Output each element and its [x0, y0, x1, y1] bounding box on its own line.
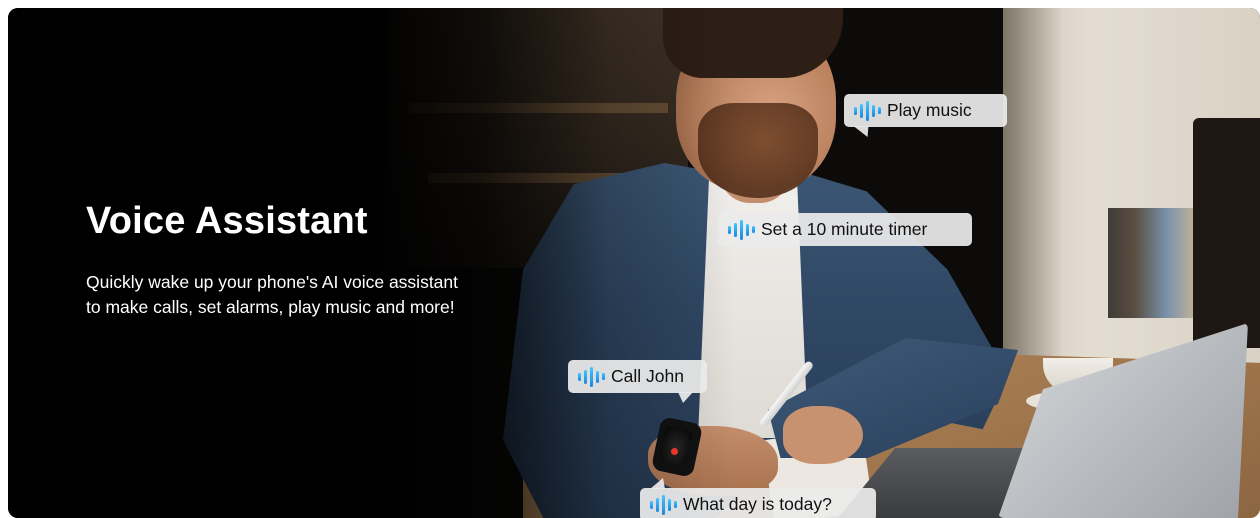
- bubble-text: Play music: [887, 100, 972, 120]
- sound-wave-icon: [728, 219, 755, 241]
- speech-bubble-what-day: What day is today?: [640, 478, 876, 518]
- bubble-text: Call John: [611, 366, 684, 386]
- voice-assistant-banner: Voice Assistant Quickly wake up your pho…: [8, 8, 1260, 518]
- bubble-text: What day is today?: [683, 494, 832, 514]
- background-photo: [8, 8, 1260, 518]
- banner-description: Quickly wake up your phone's AI voice as…: [86, 272, 459, 317]
- sound-wave-icon: [650, 494, 677, 516]
- dark-gradient-overlay: [8, 8, 1260, 518]
- bubble-tail: [649, 478, 670, 489]
- speech-bubble-play-music: Play music: [844, 94, 1007, 137]
- speech-bubble-timer: Set a 10 minute timer: [718, 203, 972, 246]
- speech-bubble-call-john: Call John: [568, 360, 707, 403]
- banner-title: Voice Assistant: [86, 200, 368, 242]
- sound-wave-icon: [578, 366, 605, 388]
- sound-wave-icon: [854, 100, 881, 122]
- bubble-text: Set a 10 minute timer: [761, 219, 928, 239]
